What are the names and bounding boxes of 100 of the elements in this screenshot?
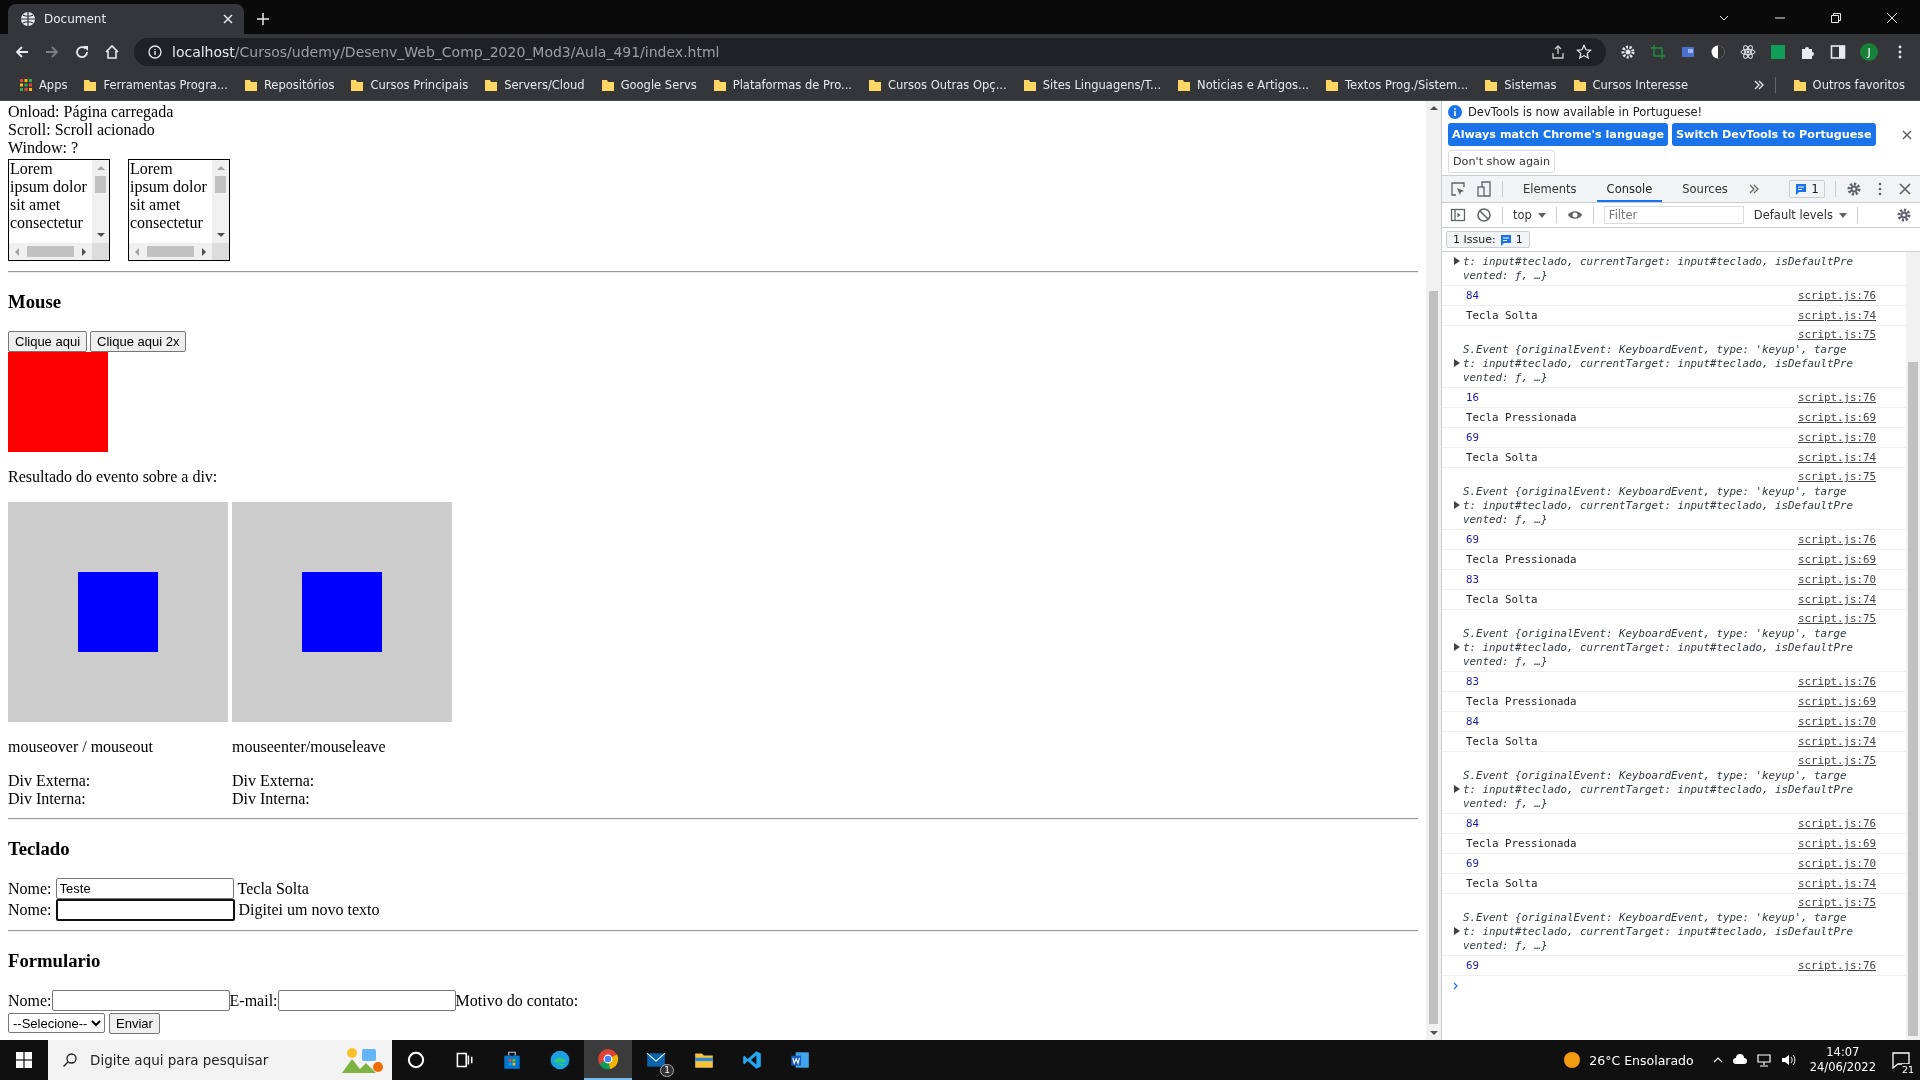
clock[interactable]: 14:07 24/06/2022 xyxy=(1809,1045,1876,1075)
issues-button[interactable]: 1 Issue: 1 xyxy=(1446,231,1530,248)
context-dropdown[interactable]: top xyxy=(1513,208,1546,222)
devtools-tab[interactable]: Sources xyxy=(1672,176,1738,202)
crop-icon[interactable] xyxy=(1650,44,1666,60)
sun-icon[interactable] xyxy=(1563,1051,1582,1069)
address-bar[interactable]: localhost/Cursos/udemy/Desenv_Web_Comp_2020_Mod3/Aula_491/index.html xyxy=(134,38,1606,66)
expand-triangle-icon[interactable] xyxy=(1454,785,1460,793)
back-arrow-icon[interactable] xyxy=(14,44,30,60)
clear-console-icon[interactable] xyxy=(1476,207,1492,223)
source-link[interactable]: script.js:75 xyxy=(1798,328,1876,342)
issues-badge[interactable]: 1 xyxy=(1789,180,1825,198)
expand-triangle-icon[interactable] xyxy=(1454,501,1460,509)
star-icon[interactable] xyxy=(1576,44,1592,60)
bookmark-item[interactable]: Cursos Outras Opç... xyxy=(861,75,1014,95)
bookmark-item[interactable]: Cursos Principais xyxy=(343,75,476,95)
profile-avatar[interactable]: J xyxy=(1860,43,1878,61)
filter-field[interactable]: Filter xyxy=(1603,206,1744,224)
weather-text[interactable]: 26°C Ensolarado xyxy=(1589,1052,1694,1068)
scroll-box[interactable]: Lorem ipsum dolor sit amet consectetur xyxy=(8,159,110,261)
source-link[interactable]: script.js:75 xyxy=(1798,896,1876,910)
double-chevron-icon[interactable] xyxy=(1752,79,1765,91)
source-link[interactable]: script.js:74 xyxy=(1798,451,1876,464)
levels-dropdown[interactable]: Default levels xyxy=(1753,208,1847,222)
console-scrollbar[interactable] xyxy=(1906,252,1920,1040)
taskbar-search-field[interactable]: Digite aqui para pesquisar xyxy=(48,1040,392,1080)
language-button[interactable]: Switch DevTools to Portuguese xyxy=(1672,123,1876,146)
sidebar-toggle-icon[interactable] xyxy=(1450,207,1466,223)
source-link[interactable]: script.js:74 xyxy=(1798,735,1876,748)
taskbar-button[interactable]: 1 xyxy=(632,1040,680,1080)
bookmark-item[interactable]: Noticias e Artigos... xyxy=(1170,75,1316,95)
restore-icon[interactable] xyxy=(1830,12,1842,24)
sidebar-icon[interactable] xyxy=(1830,44,1846,60)
outer-div[interactable] xyxy=(232,502,452,722)
source-link[interactable]: script.js:70 xyxy=(1798,715,1876,728)
bookmark-item[interactable]: Sites Linguagens/T... xyxy=(1015,75,1169,95)
click-button[interactable]: Clique aqui 2x xyxy=(90,331,187,352)
source-link[interactable]: script.js:70 xyxy=(1798,431,1876,444)
source-link[interactable]: script.js:76 xyxy=(1798,533,1876,546)
language-button[interactable]: Always match Chrome's language xyxy=(1448,123,1668,146)
source-link[interactable]: script.js:70 xyxy=(1798,857,1876,870)
scroll-up-icon[interactable] xyxy=(1429,105,1438,111)
source-link[interactable]: script.js:75 xyxy=(1798,612,1876,626)
click-button[interactable]: Clique aqui xyxy=(8,331,88,352)
square-icon[interactable] xyxy=(1770,44,1786,60)
close-icon[interactable] xyxy=(1902,129,1912,140)
bookmark-item[interactable]: Google Servs xyxy=(593,75,704,95)
settings-icon[interactable] xyxy=(1846,181,1862,197)
source-link[interactable]: script.js:69 xyxy=(1798,695,1876,708)
expand-triangle-icon[interactable] xyxy=(1454,359,1460,367)
speaker-icon[interactable] xyxy=(1779,1052,1796,1068)
home-icon[interactable] xyxy=(104,44,120,60)
source-link[interactable]: script.js:75 xyxy=(1798,470,1876,484)
extension-icon[interactable] xyxy=(1680,44,1696,60)
source-link[interactable]: script.js:69 xyxy=(1798,411,1876,424)
bookmark-item[interactable]: Cursos Interesse xyxy=(1565,75,1696,95)
gear-icon[interactable] xyxy=(1620,44,1636,60)
source-link[interactable]: script.js:76 xyxy=(1798,675,1876,688)
inspect-icon[interactable] xyxy=(1450,181,1466,197)
source-link[interactable]: script.js:76 xyxy=(1798,289,1876,302)
plus-icon[interactable] xyxy=(256,12,270,26)
source-link[interactable]: script.js:74 xyxy=(1798,593,1876,606)
vertical-scrollbar[interactable] xyxy=(92,160,109,243)
windows-logo-icon[interactable] xyxy=(16,1052,32,1068)
circle-icon[interactable] xyxy=(1710,44,1726,60)
dismiss-button[interactable]: Don't show again xyxy=(1448,150,1556,173)
source-link[interactable]: script.js:70 xyxy=(1798,573,1876,586)
network-icon[interactable] xyxy=(1755,1052,1772,1068)
taskbar-button[interactable] xyxy=(584,1040,632,1080)
name-field[interactable] xyxy=(55,898,235,921)
settings-icon[interactable] xyxy=(1896,207,1912,223)
bookmark-item[interactable]: Plataformas de Pro... xyxy=(705,75,859,95)
forward-arrow-icon[interactable] xyxy=(44,44,60,60)
name-field[interactable] xyxy=(51,990,230,1011)
double-chevron-icon[interactable] xyxy=(1747,183,1760,195)
name-field[interactable]: Teste xyxy=(55,878,234,899)
atom-icon[interactable] xyxy=(1740,44,1756,60)
bookmark-item[interactable]: Repositórios xyxy=(236,75,342,95)
bookmark-item[interactable]: Apps xyxy=(12,75,75,95)
scroll-down-icon[interactable] xyxy=(1429,1030,1438,1036)
source-link[interactable]: script.js:76 xyxy=(1798,391,1876,404)
expand-triangle-icon[interactable] xyxy=(1454,257,1460,265)
outer-div[interactable] xyxy=(8,502,228,722)
bookmark-item[interactable]: Sistemas xyxy=(1477,75,1564,95)
scroll-box[interactable]: Lorem ipsum dolor sit amet consectetur xyxy=(128,159,230,261)
expand-triangle-icon[interactable] xyxy=(1454,643,1460,651)
prompt-chevron-icon[interactable] xyxy=(1452,982,1460,990)
source-link[interactable]: script.js:74 xyxy=(1798,309,1876,322)
source-link[interactable]: script.js:76 xyxy=(1798,817,1876,830)
page-scrollbar[interactable] xyxy=(1426,101,1441,1040)
horizontal-scrollbar[interactable] xyxy=(129,243,212,260)
puzzle-icon[interactable] xyxy=(1800,44,1816,60)
submit-button[interactable]: Enviar xyxy=(109,1013,160,1034)
share-icon[interactable] xyxy=(1550,44,1566,60)
source-link[interactable]: script.js:76 xyxy=(1798,959,1876,972)
vertical-scrollbar[interactable] xyxy=(212,160,229,243)
devtools-tab[interactable]: Elements xyxy=(1513,176,1587,202)
reason-select[interactable]: --Selecione-- xyxy=(8,1013,105,1033)
devtools-tab[interactable]: Console xyxy=(1596,176,1663,202)
source-link[interactable]: script.js:74 xyxy=(1798,877,1876,890)
